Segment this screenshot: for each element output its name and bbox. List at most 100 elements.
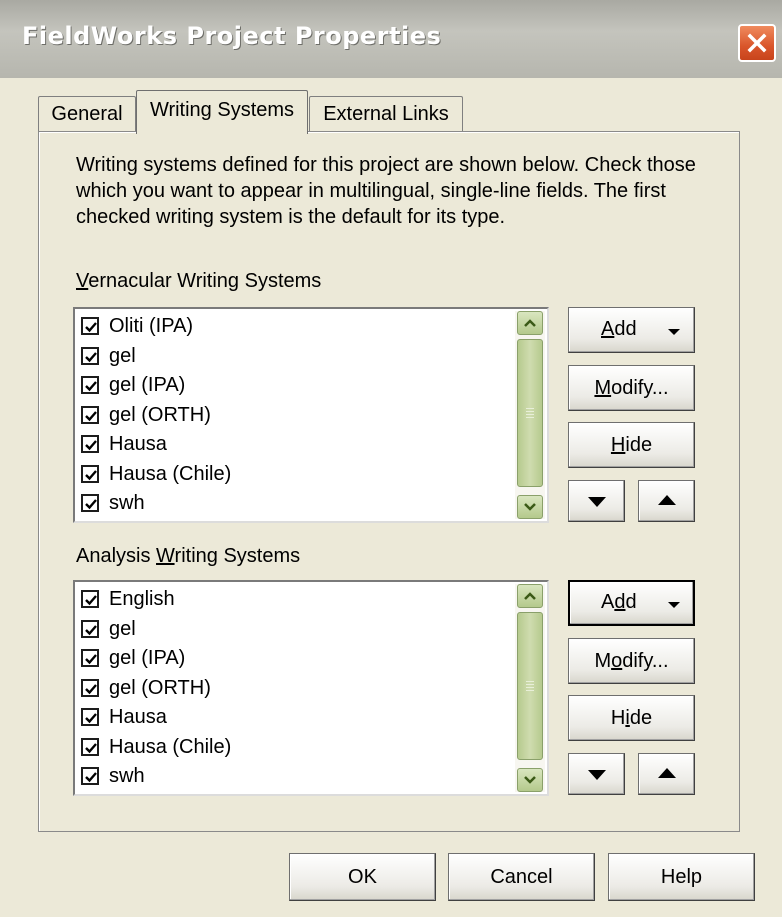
arrow-down-icon (588, 770, 606, 780)
vernacular-move-down-button[interactable] (568, 480, 625, 522)
checkmark-icon (85, 322, 97, 333)
checkmark-icon (85, 713, 97, 724)
list-item-label: swh (109, 492, 145, 514)
vernacular-scrollbar[interactable] (515, 311, 545, 519)
checkmark-icon (85, 742, 97, 753)
checkbox[interactable] (81, 376, 99, 394)
cancel-button[interactable]: Cancel (448, 853, 595, 901)
chevron-up-icon (524, 592, 536, 600)
checkbox[interactable] (81, 737, 99, 756)
vernacular-label-mnemonic: V (76, 270, 89, 292)
chevron-down-icon (524, 503, 536, 511)
vernacular-scroll-up-button[interactable] (517, 311, 543, 335)
dropdown-arrow-icon (668, 602, 680, 608)
analysis-modify-before: M (594, 650, 612, 672)
checkmark-icon (85, 351, 97, 362)
checkmark-icon (85, 440, 97, 451)
checkmark-icon (85, 499, 97, 510)
vernacular-add-button[interactable]: Add (568, 307, 695, 353)
checkbox[interactable] (81, 317, 99, 335)
checkmark-icon (85, 381, 97, 392)
vernacular-modify-mnemonic: M (594, 377, 612, 399)
list-item-label: gel (109, 344, 136, 367)
checkbox[interactable] (81, 767, 99, 785)
list-item-label: Hausa (109, 433, 167, 455)
checkmark-icon (85, 624, 97, 635)
vernacular-scroll-thumb[interactable] (517, 339, 543, 487)
vernacular-listbox[interactable]: Oliti (IPA) gel gel (IPA) gel (ORTH) Hausa Ha… (73, 307, 549, 523)
window-title: FieldWorks Project Properties (22, 22, 442, 50)
checkbox[interactable] (81, 405, 99, 424)
vernacular-hide-button[interactable]: Hide (568, 422, 695, 468)
vernacular-label-rest: ernacular Writing Systems (88, 270, 322, 292)
analysis-modify-rest: dify... (622, 650, 669, 672)
vernacular-label: Vernacular Writing Systems (76, 270, 321, 293)
analysis-scrollbar[interactable] (515, 584, 545, 792)
vernacular-modify-button[interactable]: Modify... (568, 365, 695, 411)
analysis-modify-mnemonic: o (611, 650, 623, 672)
analysis-scroll-up-button[interactable] (517, 584, 543, 608)
analysis-label-mnemonic: W (156, 545, 175, 567)
vernacular-modify-label: odify... (611, 377, 669, 399)
analysis-label-rest: riting Systems (174, 545, 301, 567)
analysis-add-rest: d (625, 591, 637, 613)
analysis-label-before: Analysis (76, 545, 157, 567)
tab-external-links[interactable]: External Links (309, 96, 463, 132)
checkmark-icon (85, 683, 97, 694)
checkbox[interactable] (81, 435, 99, 453)
analysis-listbox[interactable]: English gel gel (IPA) gel (ORTH) Hausa Hausa … (73, 580, 549, 796)
help-button[interactable]: Help (608, 853, 755, 901)
list-item-label: English (109, 588, 175, 610)
analysis-add-button[interactable]: Add (568, 580, 695, 626)
ok-button[interactable]: OK (289, 853, 436, 901)
checkmark-icon (85, 654, 97, 665)
vernacular-add-mnemonic: A (601, 318, 615, 340)
checkbox[interactable] (81, 590, 99, 608)
checkbox[interactable] (81, 464, 99, 483)
list-item-label: Hausa (Chile) (109, 462, 232, 485)
chevron-up-icon (524, 319, 536, 327)
checkbox[interactable] (81, 619, 99, 638)
checkmark-icon (85, 410, 97, 421)
title-bar[interactable]: FieldWorks Project Properties (0, 0, 782, 78)
tab-writing-systems[interactable]: Writing Systems (136, 90, 308, 134)
list-item-label: gel (IPA) (109, 647, 186, 669)
analysis-modify-button[interactable]: Modify... (568, 638, 695, 684)
analysis-scroll-down-button[interactable] (517, 768, 543, 792)
vernacular-move-up-button[interactable] (638, 480, 695, 522)
checkmark-icon (85, 469, 97, 480)
list-item-label: Hausa (109, 706, 167, 728)
list-item-label: swh (109, 765, 145, 787)
analysis-label: Analysis Writing Systems (76, 545, 300, 568)
list-item-label: Oliti (IPA) (109, 315, 194, 337)
description-text: Writing systems defined for this project… (76, 154, 696, 228)
analysis-hide-before: H (610, 707, 626, 729)
checkmark-icon (85, 772, 97, 783)
analysis-hide-rest: de (629, 707, 653, 729)
vernacular-add-label: dd (614, 318, 637, 340)
chevron-down-icon (524, 776, 536, 784)
list-item-label: gel (109, 617, 136, 640)
analysis-add-before: A (601, 591, 615, 613)
vernacular-hide-label: ide (625, 434, 653, 456)
checkbox[interactable] (81, 346, 99, 365)
checkbox[interactable] (81, 678, 99, 697)
arrow-down-icon (588, 497, 606, 507)
analysis-move-up-button[interactable] (638, 753, 695, 795)
tab-general[interactable]: General (38, 96, 136, 132)
arrow-up-icon (658, 495, 676, 505)
vernacular-scroll-down-button[interactable] (517, 495, 543, 519)
list-item-label: Hausa (Chile) (109, 735, 232, 758)
arrow-up-icon (658, 768, 676, 778)
checkbox[interactable] (81, 708, 99, 726)
analysis-move-down-button[interactable] (568, 753, 625, 795)
analysis-add-mnemonic: d (614, 591, 626, 613)
properties-dialog: FieldWorks Project Properties General Wr… (0, 0, 782, 917)
list-item-label: gel (IPA) (109, 374, 186, 396)
checkbox[interactable] (81, 494, 99, 512)
close-button[interactable] (738, 24, 776, 62)
checkbox[interactable] (81, 649, 99, 667)
vernacular-hide-mnemonic: H (610, 434, 626, 456)
analysis-scroll-thumb[interactable] (517, 612, 543, 760)
analysis-hide-button[interactable]: Hide (568, 695, 695, 741)
